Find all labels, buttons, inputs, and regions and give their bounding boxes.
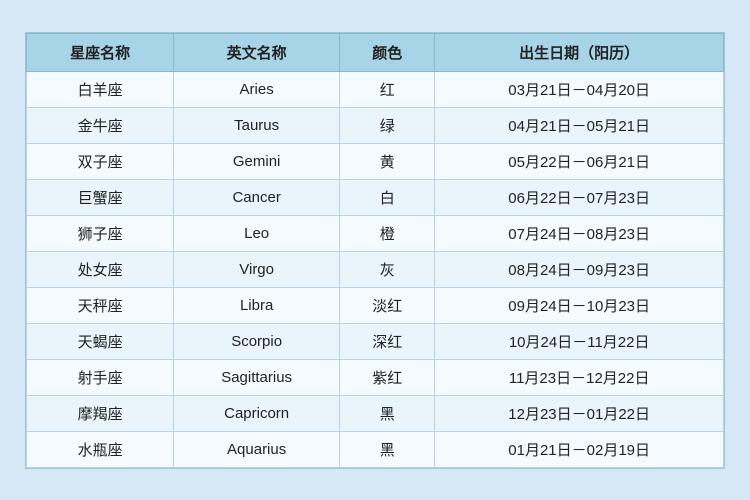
table-row: 天蝎座Scorpio深红10月24日－11月22日 xyxy=(27,323,724,359)
cell-dates: 01月21日－02月19日 xyxy=(435,431,724,467)
cell-chinese-name: 双子座 xyxy=(27,143,174,179)
cell-chinese-name: 白羊座 xyxy=(27,71,174,107)
cell-dates: 08月24日－09月23日 xyxy=(435,251,724,287)
cell-chinese-name: 天蝎座 xyxy=(27,323,174,359)
table-row: 白羊座Aries红03月21日－04月20日 xyxy=(27,71,724,107)
cell-english-name: Cancer xyxy=(174,179,340,215)
cell-english-name: Gemini xyxy=(174,143,340,179)
cell-chinese-name: 水瓶座 xyxy=(27,431,174,467)
cell-chinese-name: 狮子座 xyxy=(27,215,174,251)
cell-color: 黑 xyxy=(340,431,435,467)
table-row: 金牛座Taurus绿04月21日－05月21日 xyxy=(27,107,724,143)
table-header-row: 星座名称 英文名称 颜色 出生日期（阳历） xyxy=(27,33,724,71)
cell-english-name: Aquarius xyxy=(174,431,340,467)
table-row: 天秤座Libra淡红09月24日－10月23日 xyxy=(27,287,724,323)
cell-dates: 05月22日－06月21日 xyxy=(435,143,724,179)
table-body: 白羊座Aries红03月21日－04月20日金牛座Taurus绿04月21日－0… xyxy=(27,71,724,467)
cell-dates: 07月24日－08月23日 xyxy=(435,215,724,251)
table-row: 巨蟹座Cancer白06月22日－07月23日 xyxy=(27,179,724,215)
cell-color: 淡红 xyxy=(340,287,435,323)
cell-color: 灰 xyxy=(340,251,435,287)
cell-dates: 10月24日－11月22日 xyxy=(435,323,724,359)
cell-color: 紫红 xyxy=(340,359,435,395)
col-header-color: 颜色 xyxy=(340,33,435,71)
cell-color: 白 xyxy=(340,179,435,215)
cell-dates: 04月21日－05月21日 xyxy=(435,107,724,143)
cell-color: 深红 xyxy=(340,323,435,359)
zodiac-table-container: 星座名称 英文名称 颜色 出生日期（阳历） 白羊座Aries红03月21日－04… xyxy=(25,32,725,469)
cell-english-name: Sagittarius xyxy=(174,359,340,395)
table-row: 处女座Virgo灰08月24日－09月23日 xyxy=(27,251,724,287)
cell-color: 红 xyxy=(340,71,435,107)
cell-dates: 12月23日－01月22日 xyxy=(435,395,724,431)
cell-chinese-name: 天秤座 xyxy=(27,287,174,323)
cell-chinese-name: 摩羯座 xyxy=(27,395,174,431)
table-row: 摩羯座Capricorn黑12月23日－01月22日 xyxy=(27,395,724,431)
cell-dates: 06月22日－07月23日 xyxy=(435,179,724,215)
col-header-chinese: 星座名称 xyxy=(27,33,174,71)
cell-english-name: Aries xyxy=(174,71,340,107)
cell-color: 黑 xyxy=(340,395,435,431)
cell-english-name: Capricorn xyxy=(174,395,340,431)
cell-dates: 11月23日－12月22日 xyxy=(435,359,724,395)
table-row: 狮子座Leo橙07月24日－08月23日 xyxy=(27,215,724,251)
cell-chinese-name: 射手座 xyxy=(27,359,174,395)
col-header-dates: 出生日期（阳历） xyxy=(435,33,724,71)
cell-english-name: Libra xyxy=(174,287,340,323)
cell-english-name: Leo xyxy=(174,215,340,251)
cell-dates: 09月24日－10月23日 xyxy=(435,287,724,323)
table-row: 水瓶座Aquarius黑01月21日－02月19日 xyxy=(27,431,724,467)
cell-english-name: Scorpio xyxy=(174,323,340,359)
cell-english-name: Taurus xyxy=(174,107,340,143)
cell-chinese-name: 金牛座 xyxy=(27,107,174,143)
cell-english-name: Virgo xyxy=(174,251,340,287)
col-header-english: 英文名称 xyxy=(174,33,340,71)
cell-dates: 03月21日－04月20日 xyxy=(435,71,724,107)
cell-color: 橙 xyxy=(340,215,435,251)
cell-color: 绿 xyxy=(340,107,435,143)
cell-chinese-name: 处女座 xyxy=(27,251,174,287)
cell-chinese-name: 巨蟹座 xyxy=(27,179,174,215)
cell-color: 黄 xyxy=(340,143,435,179)
table-row: 射手座Sagittarius紫红11月23日－12月22日 xyxy=(27,359,724,395)
table-row: 双子座Gemini黄05月22日－06月21日 xyxy=(27,143,724,179)
zodiac-table: 星座名称 英文名称 颜色 出生日期（阳历） 白羊座Aries红03月21日－04… xyxy=(26,33,724,468)
